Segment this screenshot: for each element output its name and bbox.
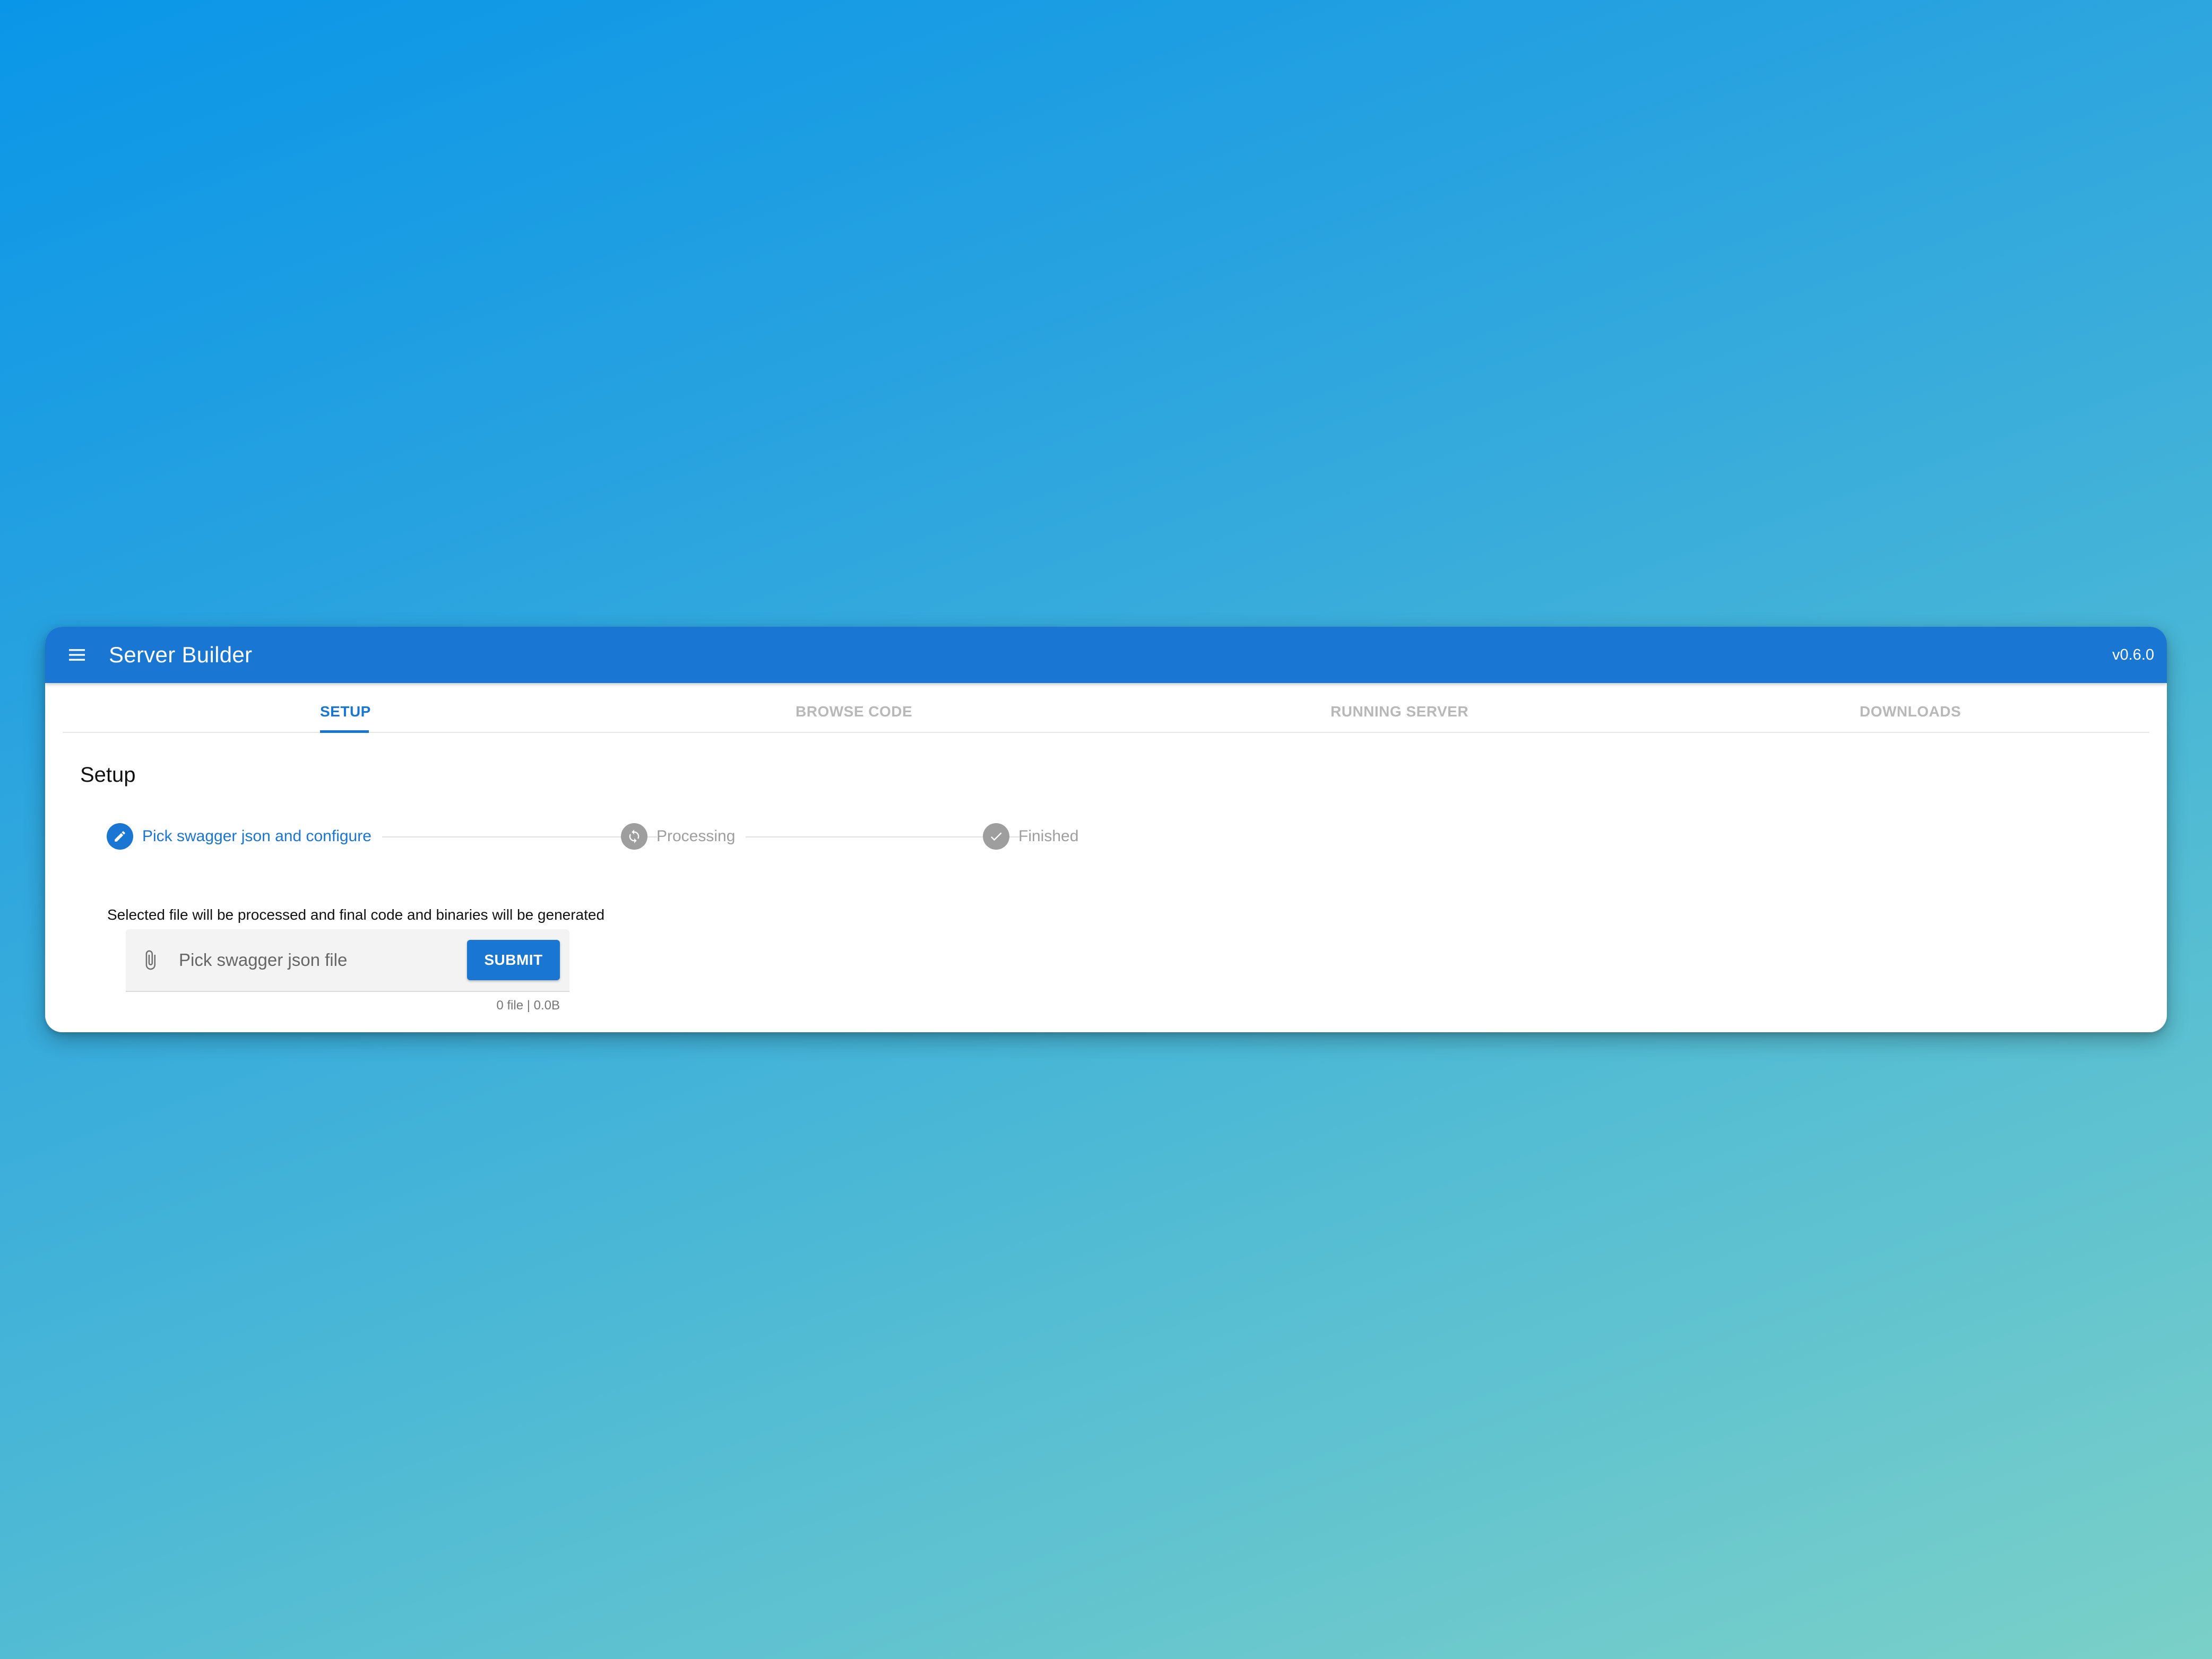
file-stats: 0 file | 0.0B [496,998,560,1013]
tab-downloads[interactable]: DOWNLOADS [1860,683,1961,732]
sync-icon [621,823,647,850]
step-connector [382,836,657,837]
step-label: Pick swagger json and configure [142,827,371,845]
tab-browse-code[interactable]: BROWSE CODE [796,683,912,732]
pencil-icon [107,823,133,850]
tab-bar: SETUP BROWSE CODE RUNNING SERVER DOWNLOA… [63,683,2149,733]
section-title: Setup [80,763,136,787]
tab-setup[interactable]: SETUP [320,683,371,732]
step-pick-swagger: Pick swagger json and configure [107,823,371,850]
step-connector [746,836,1019,837]
step-finished: Finished [983,823,1078,850]
submit-button[interactable]: SUBMIT [467,940,560,980]
step-label: Processing [656,827,736,845]
app-window: Server Builder v0.6.0 SETUP BROWSE CODE … [45,627,2167,1032]
step-processing: Processing [621,823,735,850]
file-picker[interactable]: SUBMIT [126,929,569,992]
setup-description: Selected file will be processed and fina… [107,906,605,923]
tab-running-server[interactable]: RUNNING SERVER [1330,683,1468,732]
menu-icon[interactable] [66,644,88,666]
paperclip-icon[interactable] [140,947,161,973]
step-label: Finished [1018,827,1079,845]
swagger-file-input[interactable] [179,945,434,975]
check-icon [983,823,1009,850]
app-bar: Server Builder v0.6.0 [45,627,2167,683]
active-tab-indicator [320,730,369,733]
app-title: Server Builder [109,642,253,667]
version-label: v0.6.0 [2112,646,2154,663]
